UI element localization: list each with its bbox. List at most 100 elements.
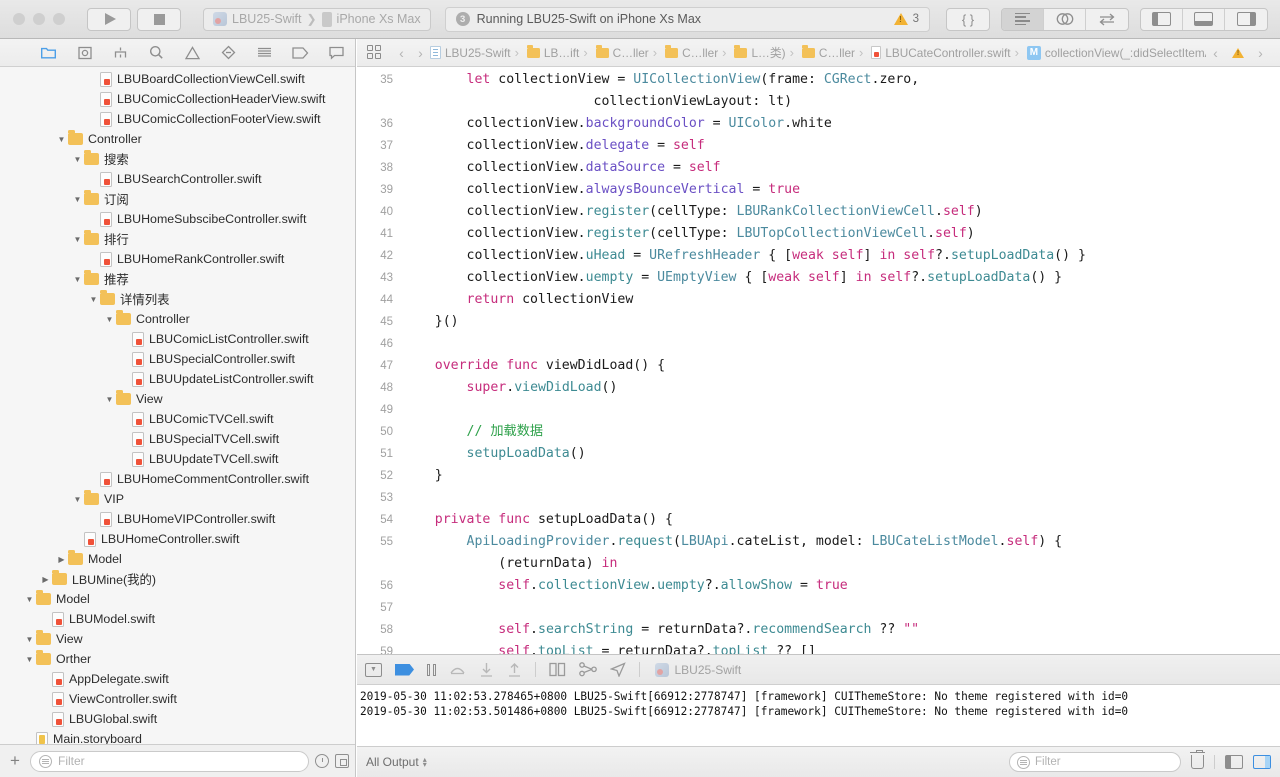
source-control-navigator-tab[interactable] <box>76 44 93 61</box>
tree-item[interactable]: ▼ 详情列表 <box>0 289 355 309</box>
code-line[interactable]: 43 collectionView.uempty = UEmptyView { … <box>357 267 1280 289</box>
chevron-down-icon[interactable]: ▼ <box>72 195 83 204</box>
code-line[interactable]: 48 super.viewDidLoad() <box>357 377 1280 399</box>
issue-navigator-tab[interactable] <box>184 44 201 61</box>
breadcrumb-item[interactable]: C…ller <box>649 45 718 60</box>
breadcrumb-item[interactable]: C…ller <box>579 45 649 60</box>
chevron-right-icon[interactable]: ▶ <box>40 575 51 584</box>
tree-item[interactable]: LBUHomeCommentController.swift <box>0 469 355 489</box>
console-output[interactable]: 2019-05-30 11:02:53.278465+0800 LBU25-Sw… <box>357 685 1280 746</box>
version-editor-button[interactable] <box>1086 9 1128 30</box>
breadcrumb-item[interactable]: LB…ift <box>511 45 579 60</box>
chevron-down-icon[interactable]: ▼ <box>72 235 83 244</box>
report-navigator-tab[interactable] <box>328 44 345 61</box>
previous-issue-button[interactable]: ‹ <box>1206 45 1225 61</box>
tree-item[interactable]: LBUComicCollectionHeaderView.swift <box>0 89 355 109</box>
code-line[interactable]: 57 <box>357 597 1280 619</box>
minimize-window-button[interactable] <box>33 13 45 25</box>
tree-item[interactable]: LBUModel.swift <box>0 609 355 629</box>
toggle-navigator-button[interactable] <box>1141 8 1183 30</box>
chevron-down-icon[interactable]: ▼ <box>24 635 35 644</box>
code-line[interactable]: 54 private func setupLoadData() { <box>357 509 1280 531</box>
project-navigator-tab[interactable] <box>40 44 57 61</box>
tree-item[interactable]: LBUGlobal.swift <box>0 709 355 729</box>
navigator-filter-input[interactable]: Filter <box>30 750 309 772</box>
code-line[interactable]: collectionViewLayout: lt) <box>357 91 1280 113</box>
code-line[interactable]: 46 <box>357 333 1280 355</box>
code-line[interactable]: 35 let collectionView = UICollectionView… <box>357 69 1280 91</box>
zoom-window-button[interactable] <box>53 13 65 25</box>
tree-item[interactable]: LBUComicListController.swift <box>0 329 355 349</box>
code-line[interactable]: 44 return collectionView <box>357 289 1280 311</box>
tree-item[interactable]: ▼ 推荐 <box>0 269 355 289</box>
tree-item[interactable]: ▼ Orther <box>0 649 355 669</box>
code-line[interactable]: 59 self.topList = returnData?.topList ??… <box>357 641 1280 654</box>
warning-triangle-icon[interactable] <box>1232 47 1244 58</box>
test-navigator-tab[interactable] <box>220 44 237 61</box>
code-line[interactable]: 53 <box>357 487 1280 509</box>
breadcrumb-item[interactable]: C…ller <box>786 45 855 60</box>
tree-item[interactable]: LBUUpdateListController.swift <box>0 369 355 389</box>
stop-button[interactable] <box>137 7 181 31</box>
related-items-icon[interactable] <box>367 45 382 60</box>
tree-item[interactable]: ▼ Model <box>0 589 355 609</box>
hide-debug-area-icon[interactable]: ▼ <box>365 661 382 678</box>
clear-console-button[interactable] <box>1190 749 1205 769</box>
step-out-icon[interactable] <box>507 661 522 678</box>
output-scope-selector[interactable]: All Output ▴ ▾ <box>366 755 427 769</box>
scheme-destination-selector[interactable]: LBU25-Swift ❯ iPhone Xs Max <box>203 7 431 31</box>
symbol-navigator-tab[interactable] <box>112 44 129 61</box>
add-file-button[interactable]: + <box>6 751 24 771</box>
code-line[interactable]: 36 collectionView.backgroundColor = UICo… <box>357 113 1280 135</box>
project-file-tree[interactable]: LBUBoardCollectionViewCell.swift LBUComi… <box>0 67 355 744</box>
chevron-down-icon[interactable]: ▼ <box>72 495 83 504</box>
warning-indicator[interactable]: 3 <box>893 13 919 25</box>
tree-item[interactable]: LBUBoardCollectionViewCell.swift <box>0 69 355 89</box>
code-line[interactable]: 56 self.collectionView.uempty?.allowShow… <box>357 575 1280 597</box>
tree-item[interactable]: ▼ Controller <box>0 129 355 149</box>
tree-item[interactable]: LBUComicTVCell.swift <box>0 409 355 429</box>
code-line[interactable]: 51 setupLoadData() <box>357 443 1280 465</box>
code-line[interactable]: 55 ApiLoadingProvider.request(LBUApi.cat… <box>357 531 1280 553</box>
close-window-button[interactable] <box>13 13 25 25</box>
code-line[interactable]: 41 collectionView.register(cellType: LBU… <box>357 223 1280 245</box>
tree-item[interactable]: ▼ View <box>0 629 355 649</box>
tree-item[interactable]: ▶ Model <box>0 549 355 569</box>
chevron-down-icon[interactable]: ▼ <box>88 295 99 304</box>
chevron-down-icon[interactable]: ▼ <box>72 275 83 284</box>
debug-navigator-tab[interactable] <box>256 44 273 61</box>
library-button[interactable]: { } <box>947 9 989 30</box>
chevron-down-icon[interactable]: ▼ <box>72 155 83 164</box>
tree-item[interactable]: LBUSpecialController.swift <box>0 349 355 369</box>
breakpoint-navigator-tab[interactable] <box>292 44 309 61</box>
tree-item[interactable]: ▼ View <box>0 389 355 409</box>
tree-item[interactable]: LBUSpecialTVCell.swift <box>0 429 355 449</box>
step-over-icon[interactable] <box>449 661 466 678</box>
code-line[interactable]: (returnData) in <box>357 553 1280 575</box>
tree-item[interactable]: LBUUpdateTVCell.swift <box>0 449 355 469</box>
code-line[interactable]: 47 override func viewDidLoad() { <box>357 355 1280 377</box>
tree-item[interactable]: LBUSearchController.swift <box>0 169 355 189</box>
breadcrumb-item[interactable]: LBUCateController.swift <box>855 45 1011 60</box>
code-line[interactable]: 58 self.searchString = returnData?.recom… <box>357 619 1280 641</box>
tree-item[interactable]: LBUComicCollectionFooterView.swift <box>0 109 355 129</box>
chevron-down-icon[interactable]: ▼ <box>24 655 35 664</box>
selected-file-filter-icon[interactable] <box>335 754 349 768</box>
tree-item[interactable]: LBUHomeSubscibeController.swift <box>0 209 355 229</box>
activity-status-bar[interactable]: 3 Running LBU25-Swift on iPhone Xs Max 3 <box>444 6 930 32</box>
debug-process-label[interactable]: LBU25-Swift <box>654 662 741 677</box>
run-button[interactable] <box>87 7 131 31</box>
tree-item[interactable]: ▼ Controller <box>0 309 355 329</box>
code-line[interactable]: 37 collectionView.delegate = self <box>357 135 1280 157</box>
code-line[interactable]: 45 }() <box>357 311 1280 333</box>
tree-item[interactable]: LBUHomeVIPController.swift <box>0 509 355 529</box>
breakpoint-activate-icon[interactable] <box>395 661 414 678</box>
tree-item[interactable]: AppDelegate.swift <box>0 669 355 689</box>
find-navigator-tab[interactable] <box>148 44 165 61</box>
tree-item[interactable]: ▼ VIP <box>0 489 355 509</box>
navigate-forward-button[interactable]: › <box>411 45 430 61</box>
breadcrumb-item[interactable]: LBU25-Swift <box>430 46 511 60</box>
code-line[interactable]: 52 } <box>357 465 1280 487</box>
chevron-down-icon[interactable]: ▼ <box>56 135 67 144</box>
continue-pause-icon[interactable] <box>427 661 436 678</box>
